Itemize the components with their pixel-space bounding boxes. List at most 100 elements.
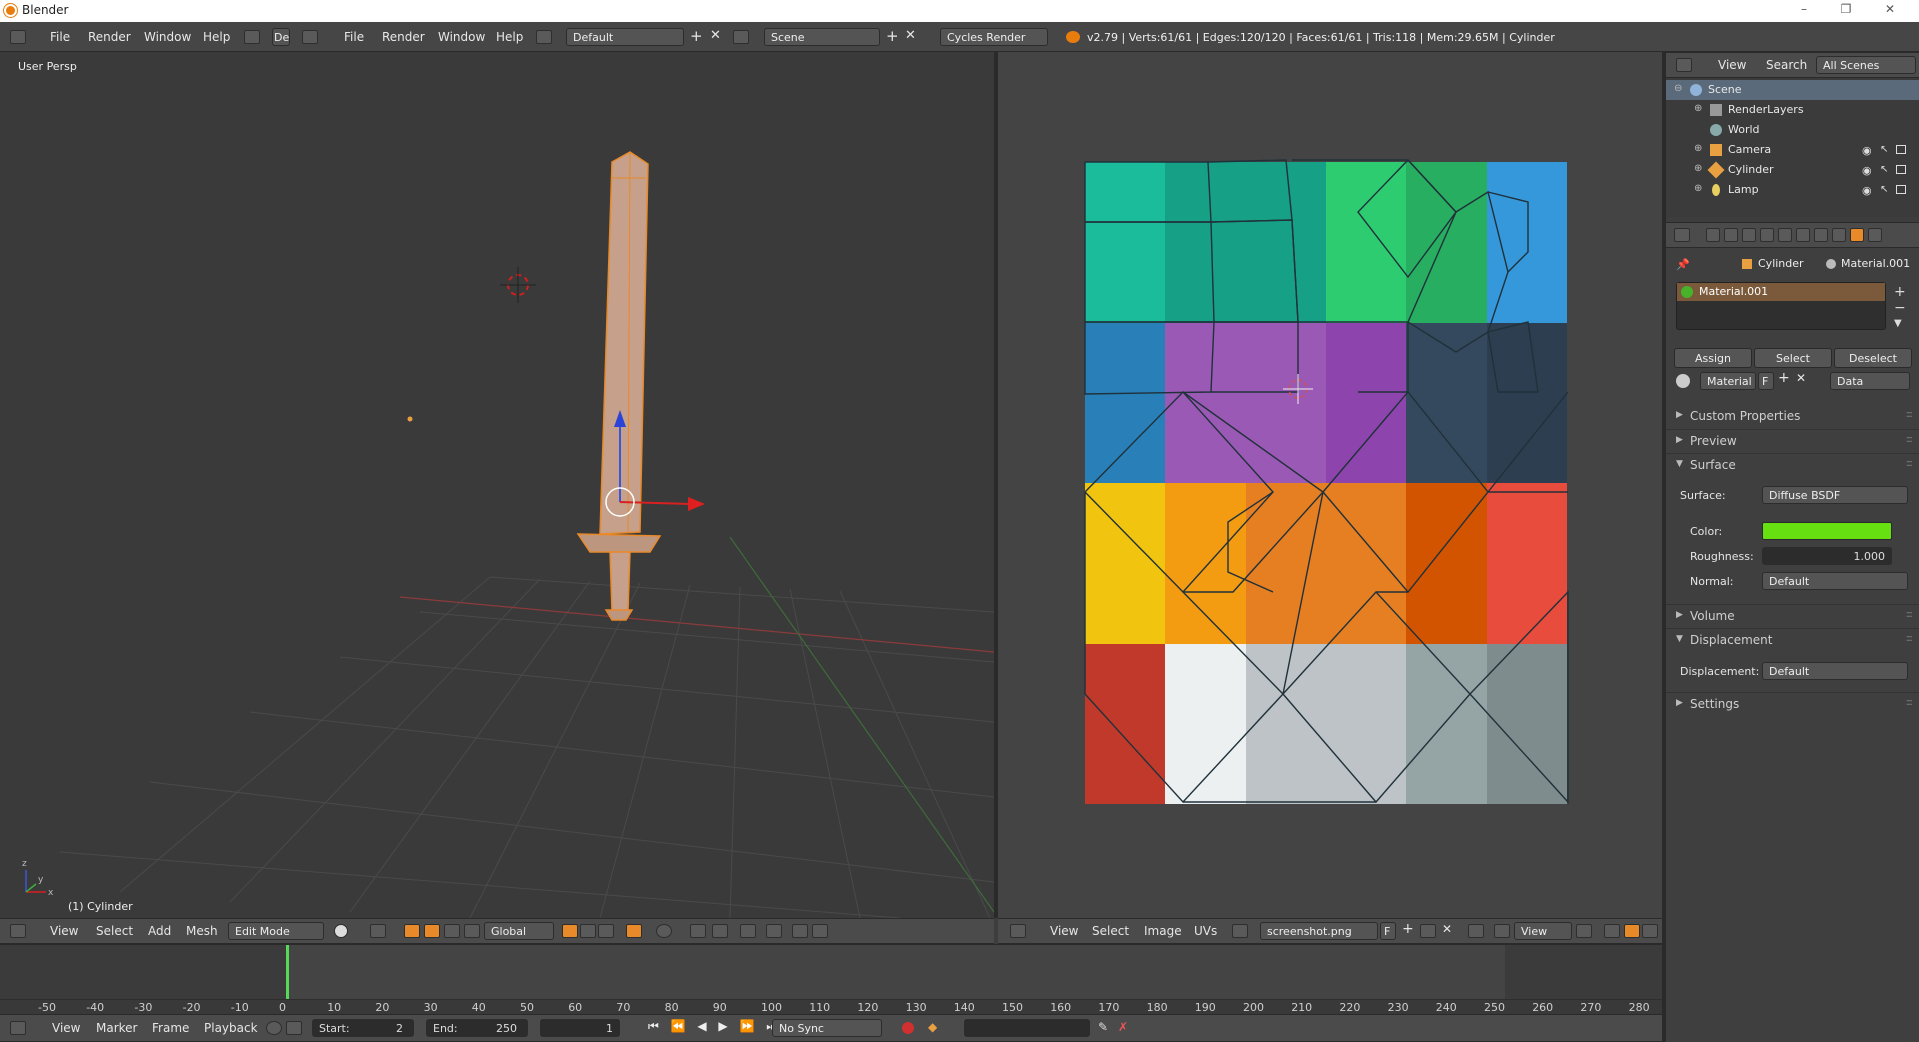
outliner-filter-select[interactable]: All Scenes [1816,56,1916,74]
render-camera-icon[interactable] [1896,145,1906,154]
3d-scene-canvas[interactable]: z x y [0,52,994,918]
add-scene-icon[interactable]: + [886,27,899,45]
minimize-button[interactable]: – [1797,2,1811,16]
translate-manipulator-icon[interactable] [424,924,440,938]
render-layers-tab-icon[interactable] [1724,228,1738,242]
menu-window-2[interactable]: Window [438,30,485,44]
info-editor-type-icon[interactable] [10,30,26,44]
pin-icon[interactable]: 📌 [1676,258,1690,271]
outliner-item-renderlayers[interactable]: ⊕ RenderLayers [1666,100,1919,120]
scene-browse-icon[interactable] [733,30,749,44]
visibility-eye-icon[interactable]: ◉ [1862,184,1872,197]
lock-frame-icon[interactable] [286,1021,302,1035]
outliner[interactable]: View Search All Scenes ⊖ Scene ⊕ RenderL… [1666,52,1919,217]
outliner-item-world[interactable]: World [1666,120,1919,140]
unlink-image-icon[interactable]: ✕ [1442,922,1452,936]
select-button[interactable]: Select [1754,348,1832,368]
expand-icon[interactable]: ⊕ [1694,143,1702,154]
panel-surface[interactable]: ▼ Surface:::: [1666,453,1919,477]
current-frame-field[interactable]: 1 [540,1019,620,1037]
uv-mesh-overlay[interactable] [998,52,1662,918]
slot-specials-icon[interactable]: ▼ [1894,318,1902,329]
constraints-tab-icon[interactable] [1796,228,1810,242]
panel-settings[interactable]: ▶ Settings:::: [1666,692,1919,716]
layout-name-field[interactable]: Default [566,28,684,46]
vertex-select-icon[interactable] [562,924,578,938]
expand-icon[interactable]: ⊕ [1694,163,1702,174]
properties-editor[interactable]: 📌 Cylinder Material.001 Material.001 + −… [1666,222,1919,1042]
menu-help[interactable]: Help [203,30,230,44]
pin-image-icon[interactable] [1468,924,1484,938]
outliner-item-scene[interactable]: ⊖ Scene [1666,80,1919,100]
material-link-select[interactable]: Data [1830,372,1910,390]
opengl-render-icon[interactable] [766,924,782,938]
pivot-point-icon[interactable] [370,924,386,938]
material-datablock-field[interactable]: Material [1700,372,1756,390]
uv-sync-selection-icon[interactable] [1604,924,1620,938]
scene-tab-icon[interactable] [1742,228,1756,242]
object-tab-icon[interactable] [1778,228,1792,242]
3d-viewport[interactable]: z x y User Persp (1) Cylinder [0,52,994,918]
timeline-menu-frame[interactable]: Frame [152,1021,189,1035]
displacement-select[interactable]: Default [1762,662,1908,680]
uv-menu-view[interactable]: View [1050,924,1078,938]
keyframe-icon[interactable]: ◆ [928,1020,937,1034]
image-browse-icon[interactable] [1232,924,1248,938]
render-engine-select[interactable]: Cycles Render [940,28,1048,46]
preview-range-icon[interactable] [266,1021,282,1035]
new-material-icon[interactable]: + [1778,370,1790,386]
playback-controls[interactable]: ⏮ ⏪ ◀ ▶ ⏩ ⏭ [648,1019,781,1034]
start-frame-field[interactable]: Start: 2 [312,1019,414,1037]
uv-menu-uvs[interactable]: UVs [1194,924,1217,938]
roughness-field[interactable]: 1.000 [1762,547,1892,565]
uv-sync-icon[interactable] [690,924,706,938]
menu-window[interactable]: Window [144,30,191,44]
panel-custom-properties[interactable]: ▶ Custom Properties:::: [1666,405,1919,429]
uv-view-mode-icon[interactable] [1494,924,1510,938]
expand-icon[interactable]: ⊕ [1694,103,1702,114]
image-name-field[interactable]: screenshot.png [1260,922,1378,940]
uv-sticky-icon[interactable] [1642,924,1658,938]
menu-render-2[interactable]: Render [382,30,425,44]
material-browse-icon[interactable] [1676,374,1690,388]
record-icon[interactable] [902,1022,914,1034]
visibility-eye-icon[interactable]: ◉ [1862,164,1872,177]
selectable-arrow-icon[interactable]: ↖ [1880,164,1888,175]
world-tab-icon[interactable] [1760,228,1774,242]
visibility-eye-icon[interactable]: ◉ [1862,144,1872,157]
outliner-menu-view[interactable]: View [1718,58,1746,72]
assign-button[interactable]: Assign [1674,348,1752,368]
open-image-icon[interactable] [1420,924,1436,938]
viewport-shading-icon[interactable] [334,924,348,938]
limit-selection-icon[interactable] [626,924,642,938]
delete-keyframe-icon[interactable]: ✗ [1118,1020,1128,1034]
outliner-item-lamp[interactable]: ⊕ Lamp ◉ ↖ [1666,180,1919,200]
outliner-menu-search[interactable]: Search [1766,58,1807,72]
manipulator-toggle-icon[interactable] [404,924,420,938]
face-select-icon[interactable] [598,924,614,938]
snap-element-icon[interactable] [740,924,756,938]
menu-file[interactable]: File [50,30,70,44]
data-tab-icon[interactable] [1832,228,1846,242]
info-editor-type-icon-2[interactable] [302,30,318,44]
expand-icon[interactable]: ⊕ [1694,183,1702,194]
outliner-editor-type-icon[interactable] [1676,58,1692,72]
new-image-icon[interactable]: + [1402,921,1414,937]
surface-shader-select[interactable]: Diffuse BSDF [1762,486,1908,504]
uv-editor-type-icon[interactable] [1010,924,1026,938]
3d-editor-type-icon[interactable] [10,924,26,938]
insert-keyframe-icon[interactable]: ✎ [1098,1020,1108,1034]
remove-scene-icon[interactable]: ✕ [905,28,916,43]
color-swatch[interactable] [1762,522,1892,540]
3d-menu-add[interactable]: Add [148,924,171,938]
render-camera-icon[interactable] [1896,165,1906,174]
uv-image-editor[interactable] [998,52,1662,918]
rotate-manipulator-icon[interactable] [444,924,460,938]
render-camera-icon[interactable] [1896,185,1906,194]
material-tab-icon[interactable] [1850,228,1864,242]
material-slot-list[interactable]: Material.001 [1676,282,1886,330]
close-button[interactable]: ✕ [1883,2,1897,16]
image-fake-user-toggle[interactable]: F [1380,922,1396,940]
layout-browse-icon[interactable] [536,30,552,44]
uv-menu-image[interactable]: Image [1144,924,1182,938]
